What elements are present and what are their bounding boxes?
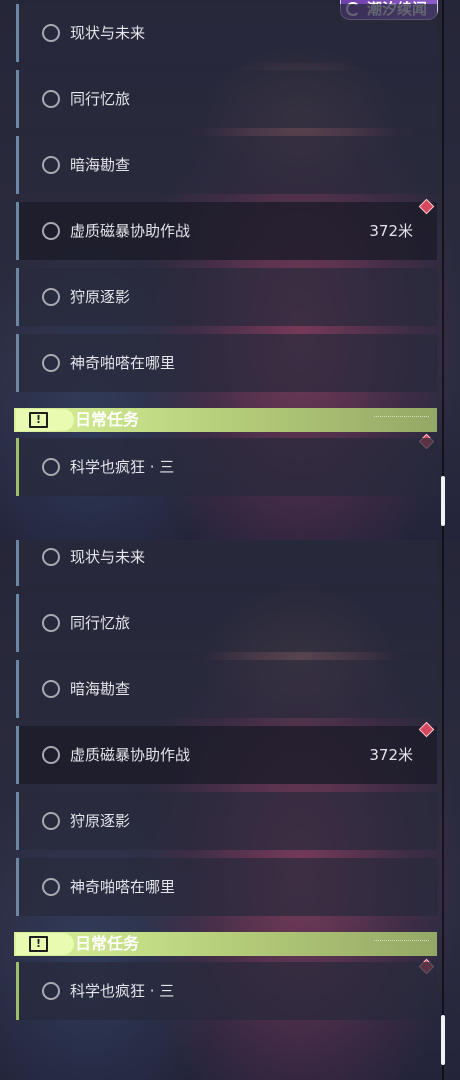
quest-panel-bottom: 现状与未来 同行忆旅 暗海勘查 虚质磁暴协助作战 372米 狩原逐影 神奇啪嗒在… <box>0 540 460 1080</box>
quest-distance: 372米 <box>369 746 413 764</box>
quest-name: 暗海勘查 <box>70 156 131 174</box>
quest-name: 科学也疯狂 · 三 <box>70 458 175 476</box>
scrollbar-track[interactable] <box>442 0 444 540</box>
section-title: 日常任务 <box>75 934 140 953</box>
section-title: 日常任务 <box>75 410 140 429</box>
quest-name: 狩原逐影 <box>70 812 131 830</box>
scrollbar-track[interactable] <box>442 540 444 1080</box>
quest-item[interactable]: 神奇啪嗒在哪里 <box>16 858 437 916</box>
circle-ring-icon <box>42 90 60 108</box>
quest-name: 同行忆旅 <box>70 90 131 108</box>
quest-item[interactable]: 狩原逐影 <box>16 268 437 326</box>
circle-ring-icon <box>42 812 60 830</box>
quest-name: 现状与未来 <box>70 548 146 566</box>
quest-name: 暗海勘查 <box>70 680 131 698</box>
quest-panel-top: 潮汐续闻 现状与未来 同行忆旅 暗海勘查 虚质磁暴协助作战 372米 狩原逐影 … <box>0 0 460 540</box>
quest-distance: 372米 <box>369 222 413 240</box>
scrollbar-thumb[interactable] <box>441 1015 445 1065</box>
section-decoration <box>374 416 429 420</box>
circle-ring-icon <box>42 746 60 764</box>
section-decoration <box>374 940 429 944</box>
quest-item[interactable]: 狩原逐影 <box>16 792 437 850</box>
quest-name: 神奇啪嗒在哪里 <box>70 878 176 896</box>
circle-ring-icon <box>42 680 60 698</box>
exclamation-box-icon: ! <box>16 933 74 955</box>
quest-name: 狩原逐影 <box>70 288 131 306</box>
quest-name: 神奇啪嗒在哪里 <box>70 354 176 372</box>
quest-item[interactable]: 神奇啪嗒在哪里 <box>16 334 437 392</box>
scrollbar-thumb[interactable] <box>441 476 445 526</box>
circle-ring-icon <box>42 458 60 476</box>
daily-quest-header[interactable]: ! 日常任务 <box>14 932 437 956</box>
circle-ring-icon <box>42 354 60 372</box>
daily-quest-header[interactable]: ! 日常任务 <box>14 408 437 432</box>
quest-name: 虚质磁暴协助作战 <box>70 222 191 240</box>
daily-quest-item[interactable]: 科学也疯狂 · 三 <box>16 962 437 1020</box>
circle-ring-icon <box>42 24 60 42</box>
daily-quest-item[interactable]: 科学也疯狂 · 三 <box>16 438 437 496</box>
circle-ring-icon <box>42 156 60 174</box>
quest-name: 同行忆旅 <box>70 614 131 632</box>
circle-ring-icon <box>42 222 60 240</box>
quest-item[interactable]: 同行忆旅 <box>16 70 437 128</box>
circle-ring-icon <box>42 288 60 306</box>
quest-item-tracked[interactable]: 虚质磁暴协助作战 372米 <box>16 202 437 260</box>
quest-item[interactable]: 暗海勘查 <box>16 136 437 194</box>
quest-item[interactable]: 现状与未来 <box>16 4 437 62</box>
circle-ring-icon <box>42 982 60 1000</box>
circle-ring-icon <box>42 614 60 632</box>
quest-name: 现状与未来 <box>70 24 146 42</box>
quest-item[interactable]: 暗海勘查 <box>16 660 437 718</box>
quest-name: 科学也疯狂 · 三 <box>70 982 175 1000</box>
exclamation-box-icon: ! <box>16 409 74 431</box>
circle-ring-icon <box>42 548 60 566</box>
quest-item[interactable]: 现状与未来 <box>16 540 437 586</box>
quest-item[interactable]: 同行忆旅 <box>16 594 437 652</box>
circle-ring-icon <box>42 878 60 896</box>
quest-name: 虚质磁暴协助作战 <box>70 746 191 764</box>
quest-item-tracked[interactable]: 虚质磁暴协助作战 372米 <box>16 726 437 784</box>
